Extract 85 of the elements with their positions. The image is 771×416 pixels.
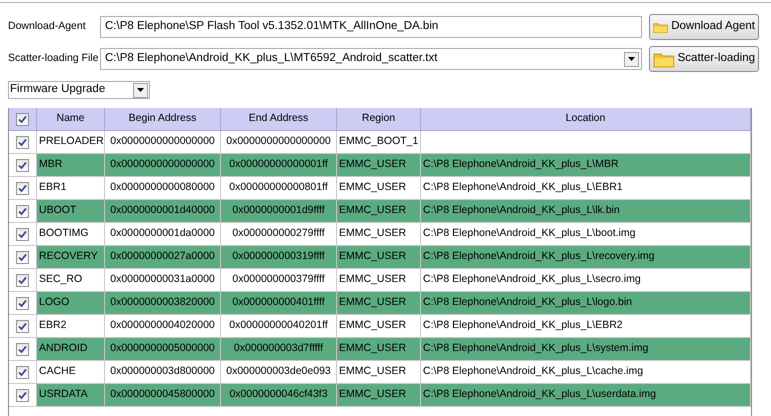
- checkbox[interactable]: [16, 296, 29, 310]
- table-cell-text: PRELOADER: [39, 134, 104, 150]
- table-cell-text: EMMC_USER: [339, 180, 406, 196]
- table-cell-text: EBR1: [39, 180, 66, 196]
- checkbox[interactable]: [16, 112, 29, 126]
- table-cell-text: ANDROID: [39, 341, 88, 356]
- table-cell-text: C:\P8 Elephone\Android_KK_plus_L\EBR1: [423, 180, 623, 196]
- table-cell-text: EMMC_USER: [339, 387, 406, 402]
- table-cell-text: EMMC_USER: [339, 203, 406, 218]
- table-cell-text: 0x000000000401ffff: [232, 295, 325, 310]
- table-cell-text: C:\P8 Elephone\Android_KK_plus_L\userdata.img: [423, 387, 656, 402]
- field-label: Scatter-loading File: [7, 51, 100, 66]
- file-dropdown[interactable]: C:\P8 Elephone\Android_KK_plus_L\MT6592_Android_scatter.txt: [100, 48, 642, 70]
- table-cell-text: EMMC_BOOT_1: [339, 134, 418, 150]
- table-cell-text: SEC_RO: [39, 272, 82, 288]
- checkbox[interactable]: [16, 388, 29, 402]
- table-cell-text: 0x00000000000801ff: [229, 180, 328, 196]
- table-cell-text: C:\P8 Elephone\Android_KK_plus_L\secro.img: [423, 272, 641, 288]
- table-cell-text: MBR: [39, 157, 62, 172]
- mode-dropdown[interactable]: Firmware Upgrade: [8, 81, 150, 99]
- checkbox[interactable]: [16, 342, 29, 356]
- download-agent-button[interactable]: Download Agent: [649, 14, 759, 40]
- table-cell-text: EMMC_USER: [339, 318, 406, 334]
- table-cell-text: EMMC_USER: [339, 249, 406, 264]
- table-cell-text: 0x000000000279ffff: [232, 226, 325, 242]
- table-cell-text: 0x0000000000080000: [110, 180, 215, 196]
- table-cell-text: 0x000000003d7fffff: [234, 341, 324, 356]
- table-cell-text: 0x0000000004020000: [110, 318, 215, 334]
- table-cell-text: BOOTIMG: [39, 226, 89, 242]
- column-header[interactable]: Location: [421, 108, 751, 130]
- table-cell-text: EMMC_USER: [339, 272, 406, 288]
- table-cell-text: EMMC_USER: [339, 157, 406, 172]
- table-cell-text: C:\P8 Elephone\Android_KK_plus_L\lk.bin: [423, 203, 620, 218]
- column-header[interactable]: Name: [37, 108, 105, 130]
- column-header[interactable]: Region: [337, 108, 421, 130]
- table-cell-text: C:\P8 Elephone\Android_KK_plus_L\cache.img: [423, 364, 644, 380]
- table-cell-text: EMMC_USER: [339, 295, 406, 310]
- table-cell-text: LOGO: [39, 295, 70, 310]
- table-cell-text: C:\P8 Elephone\Android_KK_plus_L\MBR: [423, 157, 619, 172]
- checkbox[interactable]: [16, 136, 29, 148]
- table-cell-text: 0x000000003d800000: [110, 364, 215, 380]
- table-cell-text: RECOVERY: [39, 249, 98, 264]
- checkbox[interactable]: [16, 182, 29, 194]
- checkbox[interactable]: [16, 228, 29, 240]
- table-cell-text: C:\P8 Elephone\Android_KK_plus_L\recovery.img: [423, 249, 655, 264]
- table-cell-text: C:\P8 Elephone\Android_KK_plus_L\system.img: [423, 341, 648, 356]
- table-cell-text: 0x0000000000000000: [110, 134, 215, 150]
- table-cell-text: 0x0000000001d40000: [110, 203, 215, 218]
- column-header[interactable]: Begin Address: [105, 108, 221, 130]
- table-cell-text: EMMC_USER: [339, 364, 406, 380]
- table-cell-text: C:\P8 Elephone\Android_KK_plus_L\EBR2: [423, 318, 623, 334]
- table-cell-text: 0x0000000000000000: [110, 157, 215, 172]
- field-label: Download-Agent: [7, 19, 87, 34]
- checkbox[interactable]: [16, 366, 29, 378]
- table-cell-text: 0x0000000001d9ffff: [232, 203, 325, 218]
- table-cell-text: CACHE: [39, 364, 76, 380]
- table-cell-text: C:\P8 Elephone\Android_KK_plus_L\logo.bin: [423, 295, 632, 310]
- table-cell-text: 0x000000003de0e093: [226, 364, 331, 380]
- checkbox[interactable]: [16, 320, 29, 332]
- checkbox[interactable]: [16, 250, 29, 264]
- folder-icon: [653, 50, 675, 68]
- checkbox[interactable]: [16, 158, 29, 172]
- table-cell-text: 0x0000000005000000: [110, 341, 215, 356]
- table-cell-text: USRDATA: [39, 387, 88, 402]
- table-cell-text: 0x00000000000001ff: [229, 157, 328, 172]
- scatter-loading-button[interactable]: Scatter-loading: [649, 46, 759, 72]
- table-cell-text: 0x0000000001da0000: [110, 226, 215, 242]
- table-cell-text: 0x00000000031a0000: [110, 272, 215, 288]
- table-cell-text: C:\P8 Elephone\Android_KK_plus_L\boot.img: [423, 226, 636, 242]
- table-cell-text: EMMC_USER: [339, 226, 406, 242]
- checkbox[interactable]: [16, 204, 29, 218]
- checkbox[interactable]: [16, 274, 29, 286]
- table-cell-text: 0x00000000027a0000: [110, 249, 215, 264]
- table-cell-text: EMMC_USER: [339, 341, 406, 356]
- table-cell-text: 0x00000000040201ff: [229, 318, 328, 334]
- column-header[interactable]: End Address: [221, 108, 337, 130]
- table-cell-text: 0x000000000319ffff: [232, 249, 325, 264]
- table-cell-text: 0x0000000045800000: [110, 387, 215, 402]
- table-cell-text: EBR2: [39, 318, 66, 334]
- table-cell-text: 0x000000000379ffff: [232, 272, 325, 288]
- table-cell-text: UBOOT: [39, 203, 76, 218]
- table-cell-text: 0x0000000000000000: [226, 134, 331, 150]
- path-field[interactable]: C:\P8 Elephone\SP Flash Tool v5.1352.01\MTK_AllInOne_DA.bin: [100, 16, 642, 38]
- table-cell-text: 0x0000000003820000: [110, 295, 215, 310]
- table-cell-text: 0x0000000046cf43f3: [229, 387, 328, 402]
